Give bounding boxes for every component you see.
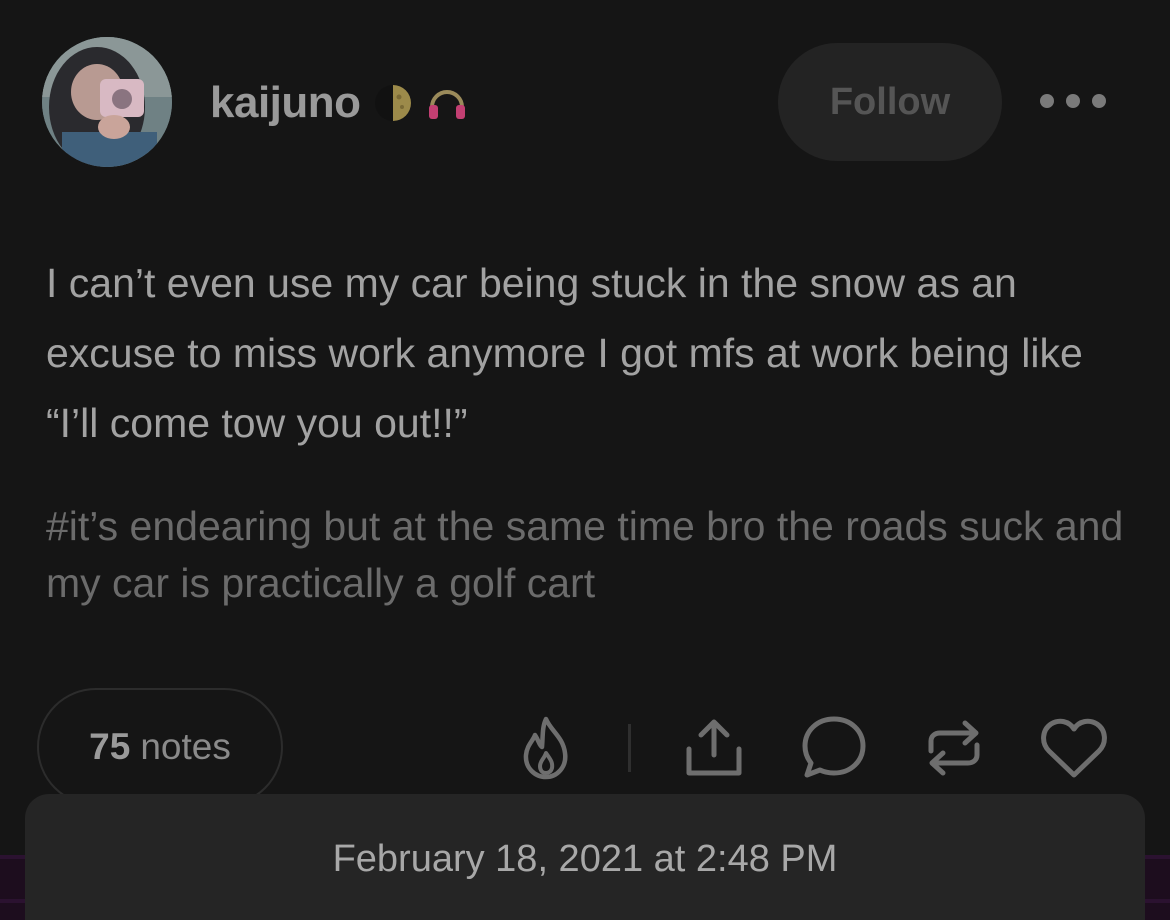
post-tags[interactable]: #it’s endearing but at the same time bro…	[46, 498, 1136, 612]
avatar[interactable]	[42, 37, 172, 167]
divider	[628, 724, 631, 772]
timestamp-sheet: February 18, 2021 at 2:48 PM	[25, 794, 1145, 920]
more-options-icon[interactable]	[1040, 88, 1106, 114]
reblog-icon[interactable]	[918, 708, 990, 788]
comment-icon[interactable]	[798, 708, 870, 788]
dot	[1066, 94, 1080, 108]
moon-badge-icon	[371, 81, 415, 125]
post-timestamp: February 18, 2021 at 2:48 PM	[332, 838, 838, 880]
dot	[1040, 94, 1054, 108]
flame-icon[interactable]	[510, 708, 582, 788]
follow-button[interactable]: Follow	[778, 43, 1002, 161]
heart-icon[interactable]	[1038, 708, 1110, 788]
post-view: kaijuno Follow I can’t even use my car b…	[0, 0, 1170, 920]
headphones-badge-icon	[425, 81, 469, 125]
dot	[1092, 94, 1106, 108]
notes-label: notes	[140, 726, 231, 767]
username[interactable]: kaijuno	[210, 78, 361, 128]
notes-count: 75	[89, 726, 131, 767]
username-row: kaijuno	[210, 78, 469, 128]
notes-button[interactable]: 75 notes	[37, 688, 283, 806]
share-icon[interactable]	[678, 708, 750, 788]
post-actions	[510, 708, 1120, 788]
post-body: I can’t even use my car being stuck in t…	[46, 260, 1083, 446]
avatar-image	[42, 37, 172, 167]
